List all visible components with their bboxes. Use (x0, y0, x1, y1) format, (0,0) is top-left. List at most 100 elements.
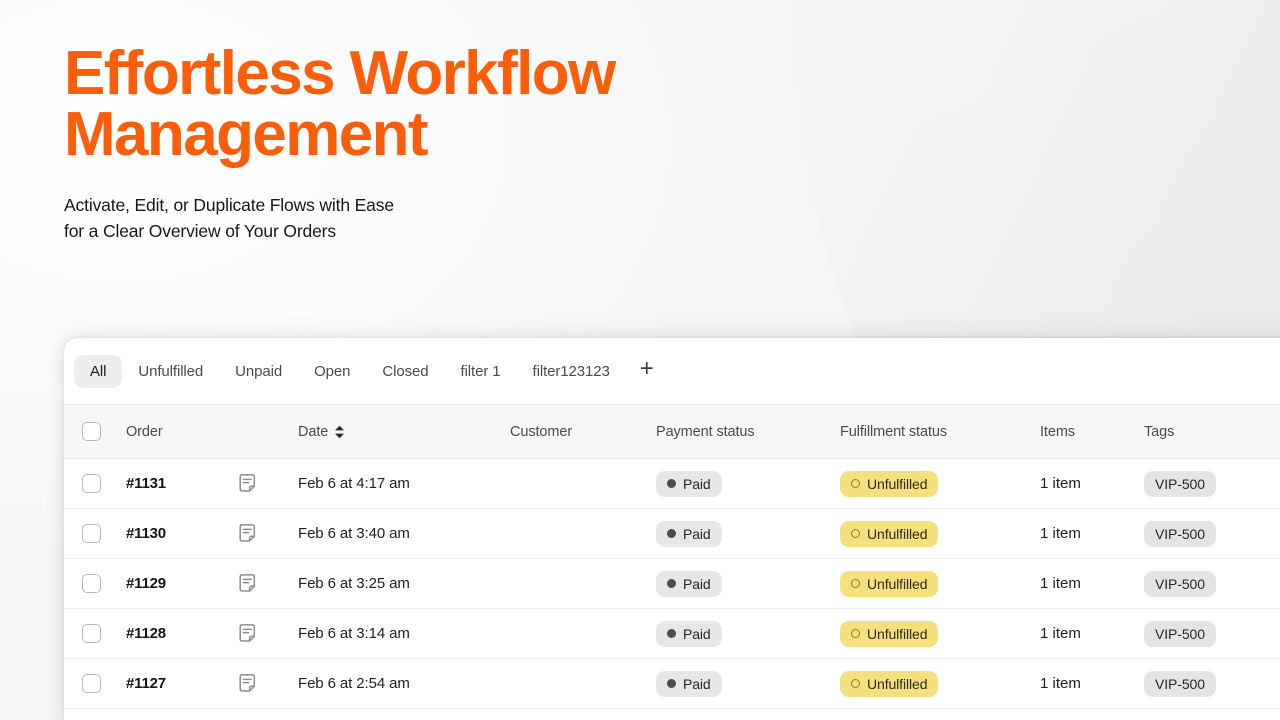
header-fulfillment-status[interactable]: Fulfillment status (840, 404, 1040, 459)
select-all-cell (64, 404, 126, 459)
note-icon[interactable] (238, 523, 298, 544)
row-order-cell: #1127 (126, 658, 238, 709)
order-number-link[interactable]: #1128 (126, 625, 166, 642)
status-dot-ring-icon (851, 679, 860, 688)
table-row[interactable]: #1130 Feb 6 at 3:40 am Paid Unfulfilled … (64, 508, 1280, 559)
items-count: 1 item (1040, 625, 1081, 642)
header-items[interactable]: Items (1040, 404, 1144, 459)
payment-status-badge: Paid (656, 570, 722, 597)
header-order[interactable]: Order (126, 404, 238, 459)
row-select-cell (64, 508, 126, 559)
row-tags-cell: VIP-500 (1144, 458, 1280, 509)
status-dot-filled-icon (667, 679, 676, 688)
tag-badge[interactable]: VIP-500 (1144, 570, 1216, 597)
note-icon[interactable] (238, 673, 298, 694)
tab-unpaid[interactable]: Unpaid (219, 355, 298, 388)
fulfillment-status-badge: Unfulfilled (840, 620, 939, 647)
table-row[interactable]: #1131 Feb 6 at 4:17 am Paid Unfulfilled … (64, 458, 1280, 509)
status-dot-ring-icon (851, 629, 860, 638)
status-dot-filled-icon (667, 479, 676, 488)
payment-status-badge: Paid (656, 670, 722, 697)
fulfillment-status-badge: Unfulfilled (840, 520, 939, 547)
header-date[interactable]: Date (298, 404, 510, 459)
row-fulfillment-cell: Unfulfilled (840, 608, 1040, 659)
table-header-row: Order Date Customer Payment status Fulfi… (64, 404, 1280, 459)
row-checkbox[interactable] (82, 474, 101, 493)
row-payment-cell: Paid (656, 508, 840, 559)
orders-card: All Unfulfilled Unpaid Open Closed filte… (64, 338, 1280, 720)
row-order-cell: #1128 (126, 608, 238, 659)
filter-tabs: All Unfulfilled Unpaid Open Closed filte… (64, 338, 1280, 404)
row-checkbox[interactable] (82, 624, 101, 643)
row-payment-cell: Paid (656, 558, 840, 609)
fulfillment-status-badge: Unfulfilled (840, 470, 939, 497)
payment-status-label: Paid (683, 625, 711, 642)
order-number-link[interactable]: #1127 (126, 675, 166, 692)
header-payment-status[interactable]: Payment status (656, 404, 840, 459)
order-number-link[interactable]: #1131 (126, 475, 166, 492)
row-payment-cell: Paid (656, 608, 840, 659)
row-checkbox[interactable] (82, 524, 101, 543)
note-icon[interactable] (238, 573, 298, 594)
sort-updown-icon[interactable] (334, 425, 345, 439)
status-dot-ring-icon (851, 579, 860, 588)
tab-closed[interactable]: Closed (366, 355, 444, 388)
table-row[interactable]: #1128 Feb 6 at 3:14 am Paid Unfulfilled … (64, 608, 1280, 659)
table-row[interactable]: #1127 Feb 6 at 2:54 am Paid Unfulfilled … (64, 658, 1280, 709)
fulfillment-status-label: Unfulfilled (867, 625, 928, 642)
tab-all[interactable]: All (74, 354, 123, 388)
row-order-cell: #1131 (126, 458, 238, 509)
tag-badge[interactable]: VIP-500 (1144, 670, 1216, 697)
order-number-link[interactable]: #1130 (126, 525, 166, 542)
add-view-button[interactable]: + (626, 355, 668, 387)
orders-table: Order Date Customer Payment status Fulfi… (64, 404, 1280, 709)
items-count: 1 item (1040, 475, 1081, 492)
row-note-cell (238, 658, 298, 709)
header-customer[interactable]: Customer (510, 404, 656, 459)
row-checkbox[interactable] (82, 674, 101, 693)
order-date: Feb 6 at 4:17 am (298, 475, 410, 492)
row-checkbox[interactable] (82, 574, 101, 593)
row-select-cell (64, 608, 126, 659)
row-date-cell: Feb 6 at 2:54 am (298, 658, 510, 709)
tag-badge[interactable]: VIP-500 (1144, 620, 1216, 647)
row-items-cell: 1 item (1040, 608, 1144, 659)
row-customer-cell (510, 458, 656, 509)
select-all-checkbox[interactable] (82, 422, 101, 441)
tag-badge[interactable]: VIP-500 (1144, 520, 1216, 547)
order-date: Feb 6 at 3:40 am (298, 525, 410, 542)
tab-open[interactable]: Open (298, 355, 366, 388)
order-date: Feb 6 at 3:25 am (298, 575, 410, 592)
tag-badge[interactable]: VIP-500 (1144, 470, 1216, 497)
tab-filter-1[interactable]: filter 1 (444, 355, 516, 388)
payment-status-badge: Paid (656, 470, 722, 497)
row-date-cell: Feb 6 at 3:25 am (298, 558, 510, 609)
row-tags-cell: VIP-500 (1144, 658, 1280, 709)
status-dot-filled-icon (667, 529, 676, 538)
row-note-cell (238, 508, 298, 559)
row-customer-cell (510, 508, 656, 559)
order-number-link[interactable]: #1129 (126, 575, 166, 592)
row-items-cell: 1 item (1040, 558, 1144, 609)
orders-table-body: #1131 Feb 6 at 4:17 am Paid Unfulfilled … (64, 458, 1280, 709)
row-fulfillment-cell: Unfulfilled (840, 658, 1040, 709)
items-count: 1 item (1040, 675, 1081, 692)
header-tags[interactable]: Tags (1144, 404, 1280, 459)
orders-table-head: Order Date Customer Payment status Fulfi… (64, 404, 1280, 459)
row-date-cell: Feb 6 at 3:40 am (298, 508, 510, 559)
payment-status-badge: Paid (656, 620, 722, 647)
tab-unfulfilled[interactable]: Unfulfilled (122, 355, 219, 388)
fulfillment-status-label: Unfulfilled (867, 525, 928, 542)
row-note-cell (238, 458, 298, 509)
note-icon[interactable] (238, 473, 298, 494)
row-items-cell: 1 item (1040, 458, 1144, 509)
row-tags-cell: VIP-500 (1144, 608, 1280, 659)
row-select-cell (64, 558, 126, 609)
row-customer-cell (510, 658, 656, 709)
note-icon[interactable] (238, 623, 298, 644)
order-date: Feb 6 at 3:14 am (298, 625, 410, 642)
row-items-cell: 1 item (1040, 508, 1144, 559)
row-order-cell: #1129 (126, 558, 238, 609)
table-row[interactable]: #1129 Feb 6 at 3:25 am Paid Unfulfilled … (64, 558, 1280, 609)
tab-filter123123[interactable]: filter123123 (517, 355, 626, 388)
